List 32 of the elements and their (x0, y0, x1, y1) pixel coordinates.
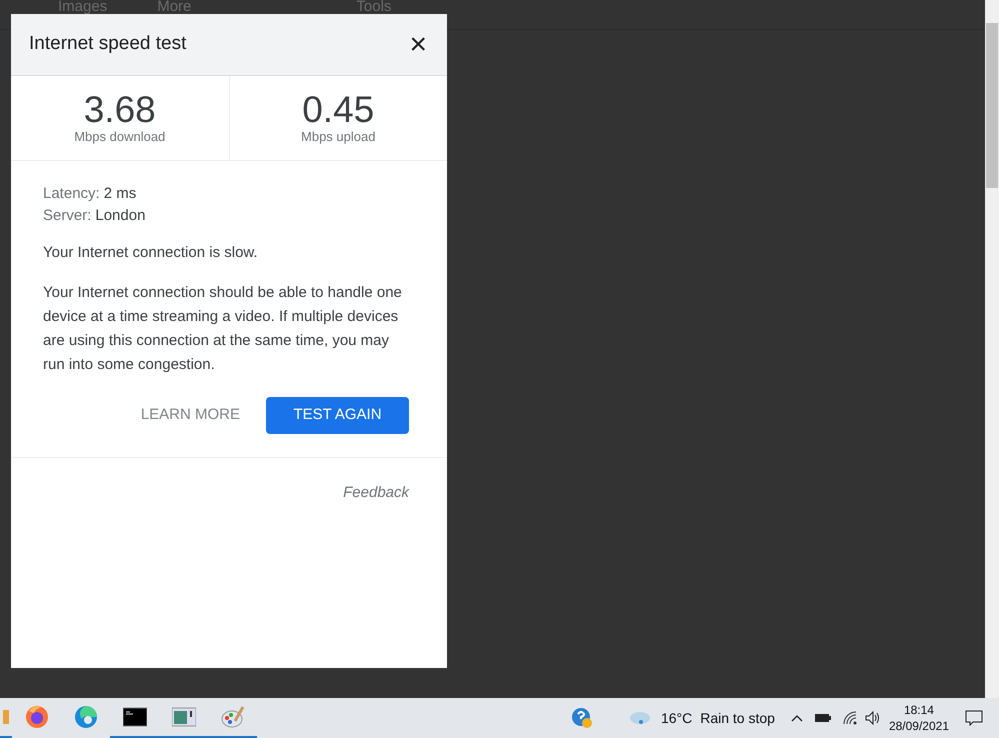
help-icon[interactable] (570, 707, 593, 729)
speed-value: 3.68 (84, 91, 156, 129)
close-button[interactable]: × (409, 30, 427, 60)
chevron-up-icon[interactable] (790, 714, 803, 722)
speed-label: Mbps download (74, 129, 166, 145)
dialog-title: Internet speed test (29, 32, 186, 56)
battery-icon[interactable] (814, 713, 831, 723)
feedback-link[interactable]: Feedback (343, 482, 409, 504)
speed-label: Mbps upload (301, 129, 376, 145)
detail-label: Latency: (43, 184, 100, 204)
notification-icon[interactable] (965, 710, 983, 726)
detail-value: 2 ms (104, 184, 136, 204)
palette-icon[interactable] (220, 705, 244, 729)
window-icon[interactable] (172, 707, 196, 727)
learn-more-link[interactable]: LEARN MORE (140, 404, 240, 427)
scrollbar[interactable] (985, 0, 999, 698)
status-text: Your Internet connection is slow. (43, 243, 259, 263)
terminal-icon[interactable] (122, 707, 146, 727)
wifi-icon[interactable] (842, 711, 857, 725)
test-again-button[interactable]: TEST AGAIN (266, 397, 409, 434)
description-text: Your Internet connection should be able to handle one device at a time streaming a video. If multiple devices are using this connection at the same time, you may run into some congestion. (43, 283, 403, 375)
detail-value: London (95, 206, 146, 226)
clock-time[interactable]: 18:14 (904, 702, 934, 718)
detail-label: Server: (43, 206, 92, 226)
cloud-rain-icon (628, 710, 651, 726)
weather-condition: Rain to stop (700, 708, 775, 728)
browser-icon[interactable] (74, 705, 98, 729)
firefox-icon[interactable] (24, 705, 48, 729)
clock-date[interactable]: 28/09/2021 (888, 718, 949, 734)
weather-temperature: 16°C (660, 708, 692, 728)
speed-value: 0.45 (302, 91, 374, 129)
speaker-icon[interactable] (864, 711, 881, 725)
